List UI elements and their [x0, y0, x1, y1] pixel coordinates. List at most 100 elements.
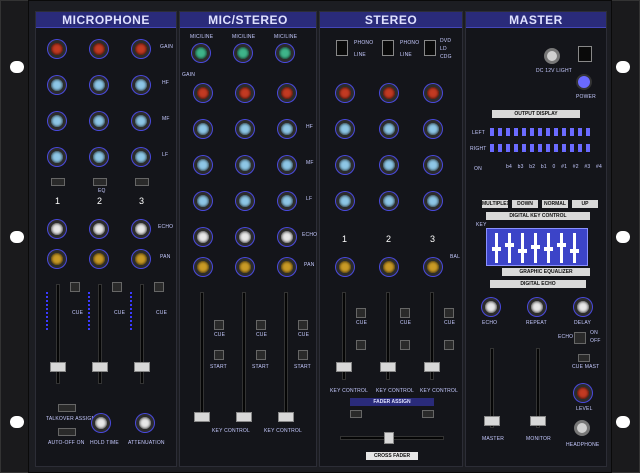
cue-button-ms-2[interactable] [256, 320, 266, 330]
cue-button-st-3[interactable] [444, 308, 454, 318]
master-fader[interactable] [484, 416, 500, 426]
lf-knob-st-2[interactable] [380, 192, 398, 210]
eq-band-6[interactable] [557, 243, 566, 247]
pan-knob-3[interactable] [132, 250, 150, 268]
eq-band-5[interactable] [544, 247, 553, 251]
lf-knob-3[interactable] [132, 148, 150, 166]
hf-knob-1[interactable] [48, 76, 66, 94]
bal-knob-st-3[interactable] [424, 258, 442, 276]
fader-assign-right-button[interactable] [422, 410, 434, 418]
headphone-jack[interactable] [574, 420, 590, 436]
echo-knob-ms-2[interactable] [236, 228, 254, 246]
lf-knob-2[interactable] [90, 148, 108, 166]
channel-fader-3[interactable] [134, 362, 150, 372]
channel-fader-2[interactable] [92, 362, 108, 372]
eq-band-3[interactable] [518, 249, 527, 253]
hf-knob-st-1[interactable] [336, 120, 354, 138]
cue-button-3[interactable] [154, 282, 164, 292]
key-up-button[interactable]: UP [572, 200, 598, 208]
attenuation-knob[interactable] [136, 414, 154, 432]
eq-band-2[interactable] [505, 243, 514, 247]
start-button-st-3[interactable] [444, 340, 454, 350]
phono-line-switch-1[interactable] [336, 40, 348, 56]
eq-button-1[interactable] [51, 178, 65, 186]
lf-knob-ms-1[interactable] [194, 192, 212, 210]
eq-button-2[interactable] [93, 178, 107, 186]
channel-fader-ms-3[interactable] [278, 412, 294, 422]
mf-knob-ms-3[interactable] [278, 156, 296, 174]
eq-button-3[interactable] [135, 178, 149, 186]
start-button-ms-1[interactable] [214, 350, 224, 360]
pan-knob-ms-3[interactable] [278, 258, 296, 276]
channel-fader-1[interactable] [50, 362, 66, 372]
hold-time-knob[interactable] [92, 414, 110, 432]
channel-fader-st-2[interactable] [380, 362, 396, 372]
lf-knob-st-1[interactable] [336, 192, 354, 210]
key-down-button[interactable]: DOWN [512, 200, 538, 208]
hf-knob-3[interactable] [132, 76, 150, 94]
channel-fader-ms-2[interactable] [236, 412, 252, 422]
echo-knob-3[interactable] [132, 220, 150, 238]
headphone-level-knob[interactable] [574, 384, 592, 402]
power-switch[interactable] [578, 46, 592, 62]
phono-line-switch-2[interactable] [382, 40, 394, 56]
pan-knob-2[interactable] [90, 250, 108, 268]
mf-knob-st-3[interactable] [424, 156, 442, 174]
repeat-knob[interactable] [528, 298, 546, 316]
channel-fader-st-3[interactable] [424, 362, 440, 372]
dc-12v-light-jack[interactable] [544, 48, 560, 64]
eq-band-7[interactable] [570, 249, 579, 253]
lf-knob-ms-2[interactable] [236, 192, 254, 210]
cross-fader[interactable] [384, 432, 394, 444]
gain-knob-ms-1[interactable] [194, 84, 212, 102]
mic-line-selector-1[interactable] [192, 44, 210, 62]
start-button-ms-3[interactable] [298, 350, 308, 360]
auto-off-on-switch[interactable] [58, 428, 76, 436]
mf-knob-1[interactable] [48, 112, 66, 130]
hf-knob-ms-1[interactable] [194, 120, 212, 138]
gain-knob-3[interactable] [132, 40, 150, 58]
mf-knob-ms-1[interactable] [194, 156, 212, 174]
monitor-fader[interactable] [530, 416, 546, 426]
gain-knob-st-3[interactable] [424, 84, 442, 102]
pan-knob-1[interactable] [48, 250, 66, 268]
channel-fader-ms-1[interactable] [194, 412, 210, 422]
cue-button-ms-3[interactable] [298, 320, 308, 330]
start-button-st-2[interactable] [400, 340, 410, 350]
channel-fader-st-1[interactable] [336, 362, 352, 372]
echo-knob-1[interactable] [48, 220, 66, 238]
mf-knob-st-1[interactable] [336, 156, 354, 174]
mf-knob-st-2[interactable] [380, 156, 398, 174]
fader-assign-left-button[interactable] [350, 410, 362, 418]
cue-button-1[interactable] [70, 282, 80, 292]
pan-knob-ms-1[interactable] [194, 258, 212, 276]
talkover-assign-button[interactable] [58, 404, 76, 412]
cue-mast-switch[interactable] [578, 354, 590, 362]
gain-knob-st-2[interactable] [380, 84, 398, 102]
source-switch-3[interactable] [424, 40, 436, 56]
start-button-st-1[interactable] [356, 340, 366, 350]
lf-knob-st-3[interactable] [424, 192, 442, 210]
hf-knob-ms-3[interactable] [278, 120, 296, 138]
bal-knob-st-2[interactable] [380, 258, 398, 276]
mic-line-selector-3[interactable] [276, 44, 294, 62]
gain-knob-2[interactable] [90, 40, 108, 58]
eq-band-4[interactable] [531, 245, 540, 249]
key-normal-button[interactable]: NORMAL [542, 200, 568, 208]
delay-knob[interactable] [574, 298, 592, 316]
gain-knob-ms-3[interactable] [278, 84, 296, 102]
echo-knob-ms-1[interactable] [194, 228, 212, 246]
lf-knob-ms-3[interactable] [278, 192, 296, 210]
gain-knob-st-1[interactable] [336, 84, 354, 102]
hf-knob-st-2[interactable] [380, 120, 398, 138]
mf-knob-2[interactable] [90, 112, 108, 130]
power-button[interactable] [576, 74, 592, 90]
mf-knob-3[interactable] [132, 112, 150, 130]
hf-knob-2[interactable] [90, 76, 108, 94]
cue-button-2[interactable] [112, 282, 122, 292]
hf-knob-st-3[interactable] [424, 120, 442, 138]
start-button-ms-2[interactable] [256, 350, 266, 360]
cue-button-ms-1[interactable] [214, 320, 224, 330]
cue-button-st-2[interactable] [400, 308, 410, 318]
echo-knob-ms-3[interactable] [278, 228, 296, 246]
